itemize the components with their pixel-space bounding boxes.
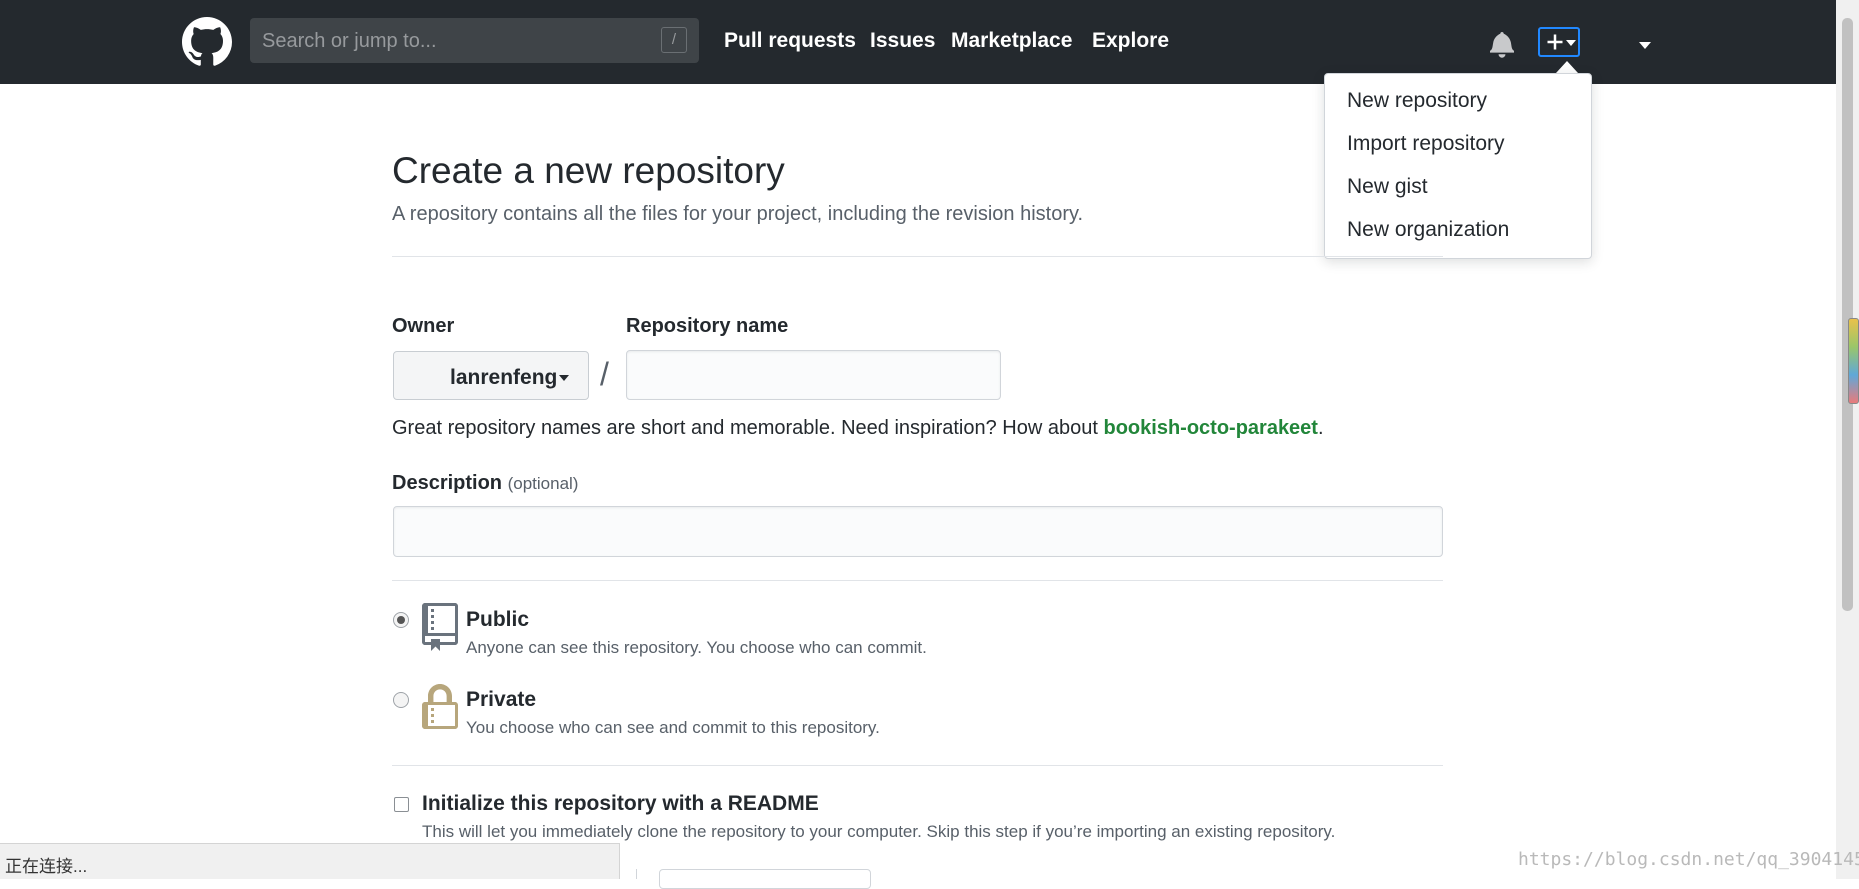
scrollbar-thumb[interactable] <box>1842 18 1853 611</box>
create-new-dropdown: New repository Import repository New gis… <box>1324 73 1592 259</box>
caret-down-icon <box>559 375 569 381</box>
public-radio[interactable] <box>393 612 409 628</box>
avatar-caret-down-icon[interactable] <box>1639 42 1651 49</box>
bell-icon[interactable] <box>1490 30 1514 58</box>
owner-select[interactable]: lanrenfeng <box>393 351 589 400</box>
page-title: Create a new repository <box>392 150 785 191</box>
public-description: Anyone can see this repository. You choo… <box>466 638 927 657</box>
dropdown-item-import-repository[interactable]: Import repository <box>1347 132 1505 156</box>
lock-icon <box>422 684 458 729</box>
hint-suffix: . <box>1317 417 1324 439</box>
status-text: 正在连接... <box>5 857 88 876</box>
private-radio[interactable] <box>393 692 409 708</box>
description-label-text: Description <box>392 472 503 494</box>
description-label: Description (optional) <box>392 472 578 495</box>
divider <box>392 256 1443 257</box>
nav-marketplace[interactable]: Marketplace <box>951 29 1072 53</box>
readme-checkbox[interactable] <box>394 797 409 812</box>
nav-pull-requests[interactable]: Pull requests <box>724 29 856 53</box>
partial-divider <box>636 869 637 879</box>
page-scrollbar[interactable] <box>1836 0 1859 879</box>
plus-icon <box>1547 34 1563 50</box>
browser-status-bar: 正在连接... <box>0 843 620 879</box>
description-input[interactable] <box>393 506 1443 557</box>
readme-title: Initialize this repository with a README <box>422 792 819 815</box>
divider <box>392 580 1443 581</box>
owner-name: lanrenfeng <box>450 366 558 389</box>
private-description: You choose who can see and commit to thi… <box>466 718 880 737</box>
scroll-marker <box>1848 318 1859 404</box>
public-title: Public <box>466 608 530 631</box>
caret-down-icon <box>1566 40 1576 46</box>
dropdown-item-new-repository[interactable]: New repository <box>1347 89 1487 113</box>
nav-issues[interactable]: Issues <box>870 29 935 53</box>
repo-name-input[interactable] <box>626 350 1001 400</box>
nav-explore[interactable]: Explore <box>1092 29 1169 53</box>
dropdown-item-new-gist[interactable]: New gist <box>1347 175 1428 199</box>
name-suggestion-link[interactable]: bookish-octo-parakeet <box>1103 417 1317 439</box>
github-logo-icon[interactable] <box>182 17 232 67</box>
owner-repo-separator: / <box>600 356 609 392</box>
private-title: Private <box>466 688 537 711</box>
partial-select[interactable] <box>659 869 871 889</box>
search-shortcut-key: / <box>661 27 687 53</box>
owner-label: Owner <box>392 315 455 337</box>
dropdown-arrow <box>1556 61 1578 73</box>
optional-tag: (optional) <box>507 474 579 493</box>
divider <box>392 765 1443 766</box>
search-input[interactable]: Search or jump to... / <box>250 18 699 63</box>
watermark: https://blog.csdn.net/qq_39041459 <box>1518 849 1859 870</box>
repo-name-hint: Great repository names are short and mem… <box>392 417 1324 440</box>
readme-description: This will let you immediately clone the … <box>422 822 1336 841</box>
repo-name-label: Repository name <box>626 315 789 337</box>
repo-book-icon <box>422 603 458 651</box>
page-subtitle: A repository contains all the files for … <box>392 203 1084 225</box>
dropdown-item-new-organization[interactable]: New organization <box>1347 218 1509 242</box>
search-placeholder: Search or jump to... <box>262 30 437 52</box>
create-new-button[interactable] <box>1538 27 1580 57</box>
hint-text: Great repository names are short and mem… <box>392 417 1104 439</box>
